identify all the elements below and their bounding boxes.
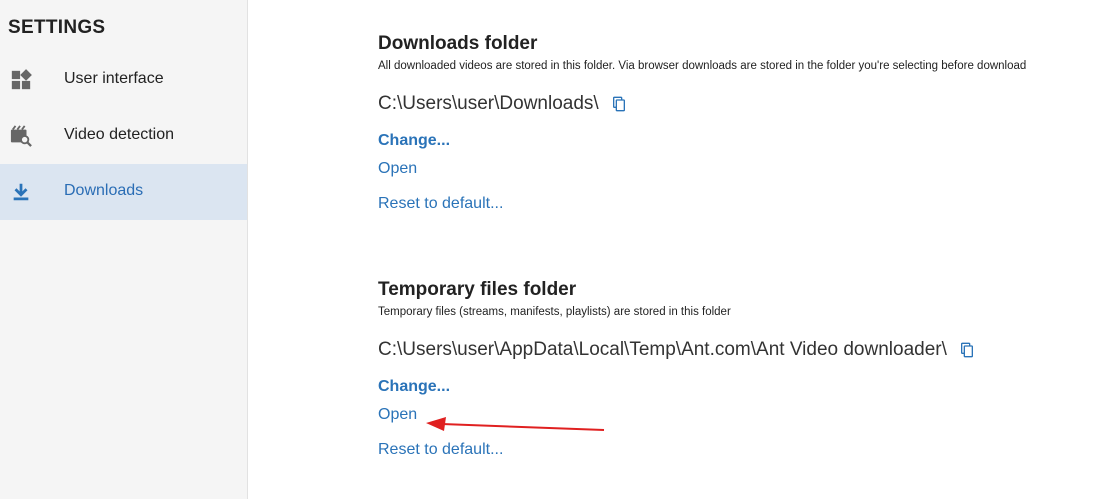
section-title: Downloads folder xyxy=(378,33,538,54)
sidebar-item-downloads[interactable]: Downloads xyxy=(0,164,247,220)
reset-to-default-link[interactable]: Reset to default... xyxy=(378,440,975,460)
settings-window: SETTINGS User interface Video detection xyxy=(0,0,1103,499)
change-button[interactable]: Change... xyxy=(378,131,1026,151)
section-description: All downloaded videos are stored in this… xyxy=(378,60,1027,72)
sidebar-title: SETTINGS xyxy=(8,17,106,38)
copy-icon[interactable] xyxy=(959,342,975,358)
downloads-folder-section: Downloads folder All downloaded videos a… xyxy=(378,33,1026,214)
sidebar-item-label: Video detection xyxy=(64,126,175,143)
dashboard-icon xyxy=(11,69,32,90)
sidebar: SETTINGS User interface Video detection xyxy=(0,0,248,499)
folder-path: C:\Users\user\AppData\Local\Temp\Ant.com… xyxy=(378,339,947,360)
sidebar-item-label: User interface xyxy=(64,70,164,87)
open-link[interactable]: Open xyxy=(378,159,1026,179)
download-icon xyxy=(13,183,29,201)
reset-to-default-link[interactable]: Reset to default... xyxy=(378,194,1026,214)
path-row: C:\Users\user\AppData\Local\Temp\Ant.com… xyxy=(378,337,975,363)
sidebar-item-user-interface[interactable]: User interface xyxy=(0,52,247,108)
section-title: Temporary files folder xyxy=(378,279,577,300)
sidebar-item-label: Downloads xyxy=(64,182,144,199)
sidebar-item-video-detection[interactable]: Video detection xyxy=(0,108,247,164)
section-description: Temporary files (streams, manifests, pla… xyxy=(378,306,731,318)
folder-path: C:\Users\user\Downloads\ xyxy=(378,93,599,114)
temp-folder-section: Temporary files folder Temporary files (… xyxy=(378,279,975,460)
change-button[interactable]: Change... xyxy=(378,377,975,397)
open-link[interactable]: Open xyxy=(378,405,975,425)
copy-icon[interactable] xyxy=(611,96,627,112)
video-search-icon xyxy=(10,125,32,147)
path-row: C:\Users\user\Downloads\ xyxy=(378,91,1026,117)
